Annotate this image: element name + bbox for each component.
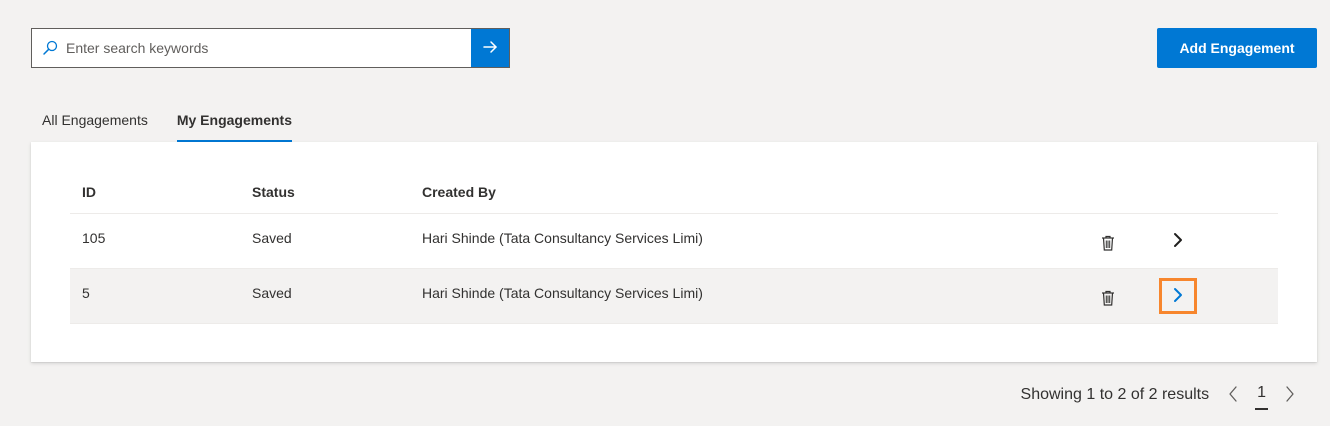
chevron-right-icon [1172, 287, 1184, 306]
cell-status: Saved [252, 285, 292, 301]
row-actions [1070, 214, 1278, 269]
pagination-summary: Showing 1 to 2 of 2 results [1020, 386, 1210, 403]
cell-id: 5 [82, 285, 90, 301]
arrow-right-icon [482, 39, 498, 58]
engagements-page: Add Engagement All Engagements My Engage… [0, 0, 1330, 426]
previous-page-button[interactable] [1221, 381, 1245, 409]
column-header-status[interactable]: Status [240, 184, 410, 200]
engagement-tabs: All Engagements My Engagements [32, 100, 302, 142]
search-submit-button[interactable] [471, 29, 509, 67]
cell-created-by: Hari Shinde (Tata Consultancy Services L… [422, 285, 703, 301]
tab-all-engagements[interactable]: All Engagements [32, 100, 158, 142]
search-input[interactable] [62, 29, 471, 67]
open-engagement-button[interactable] [1159, 223, 1197, 259]
table-row[interactable]: 105 Saved Hari Shinde (Tata Consultancy … [70, 214, 1278, 269]
column-header-created-by[interactable]: Created By [410, 184, 1070, 200]
delete-button[interactable] [1091, 230, 1125, 258]
table-row[interactable]: 5 Saved Hari Shinde (Tata Consultancy Se… [70, 269, 1278, 324]
search-box [31, 28, 510, 68]
next-page-button[interactable] [1278, 381, 1302, 409]
trash-icon [1101, 235, 1115, 254]
trash-icon [1101, 290, 1115, 309]
pagination: Showing 1 to 2 of 2 results 1 [1020, 381, 1302, 410]
open-engagement-button[interactable] [1159, 278, 1197, 314]
cell-created-by: Hari Shinde (Tata Consultancy Services L… [422, 230, 703, 246]
table-header: ID Status Created By [70, 170, 1278, 214]
chevron-left-icon [1228, 385, 1238, 405]
engagements-table: ID Status Created By 105 Saved Hari Shin… [70, 170, 1278, 324]
column-header-id[interactable]: ID [70, 184, 240, 200]
chevron-right-icon [1172, 232, 1184, 251]
delete-button[interactable] [1091, 285, 1125, 313]
add-engagement-button[interactable]: Add Engagement [1157, 28, 1317, 68]
cell-status: Saved [252, 230, 292, 246]
cell-id: 105 [82, 230, 106, 246]
row-actions [1070, 269, 1278, 324]
engagements-card: ID Status Created By 105 Saved Hari Shin… [31, 142, 1317, 362]
chevron-right-icon [1285, 385, 1295, 405]
tab-my-engagements[interactable]: My Engagements [167, 100, 302, 142]
search-icon [32, 29, 62, 67]
page-number-current[interactable]: 1 [1255, 381, 1268, 410]
